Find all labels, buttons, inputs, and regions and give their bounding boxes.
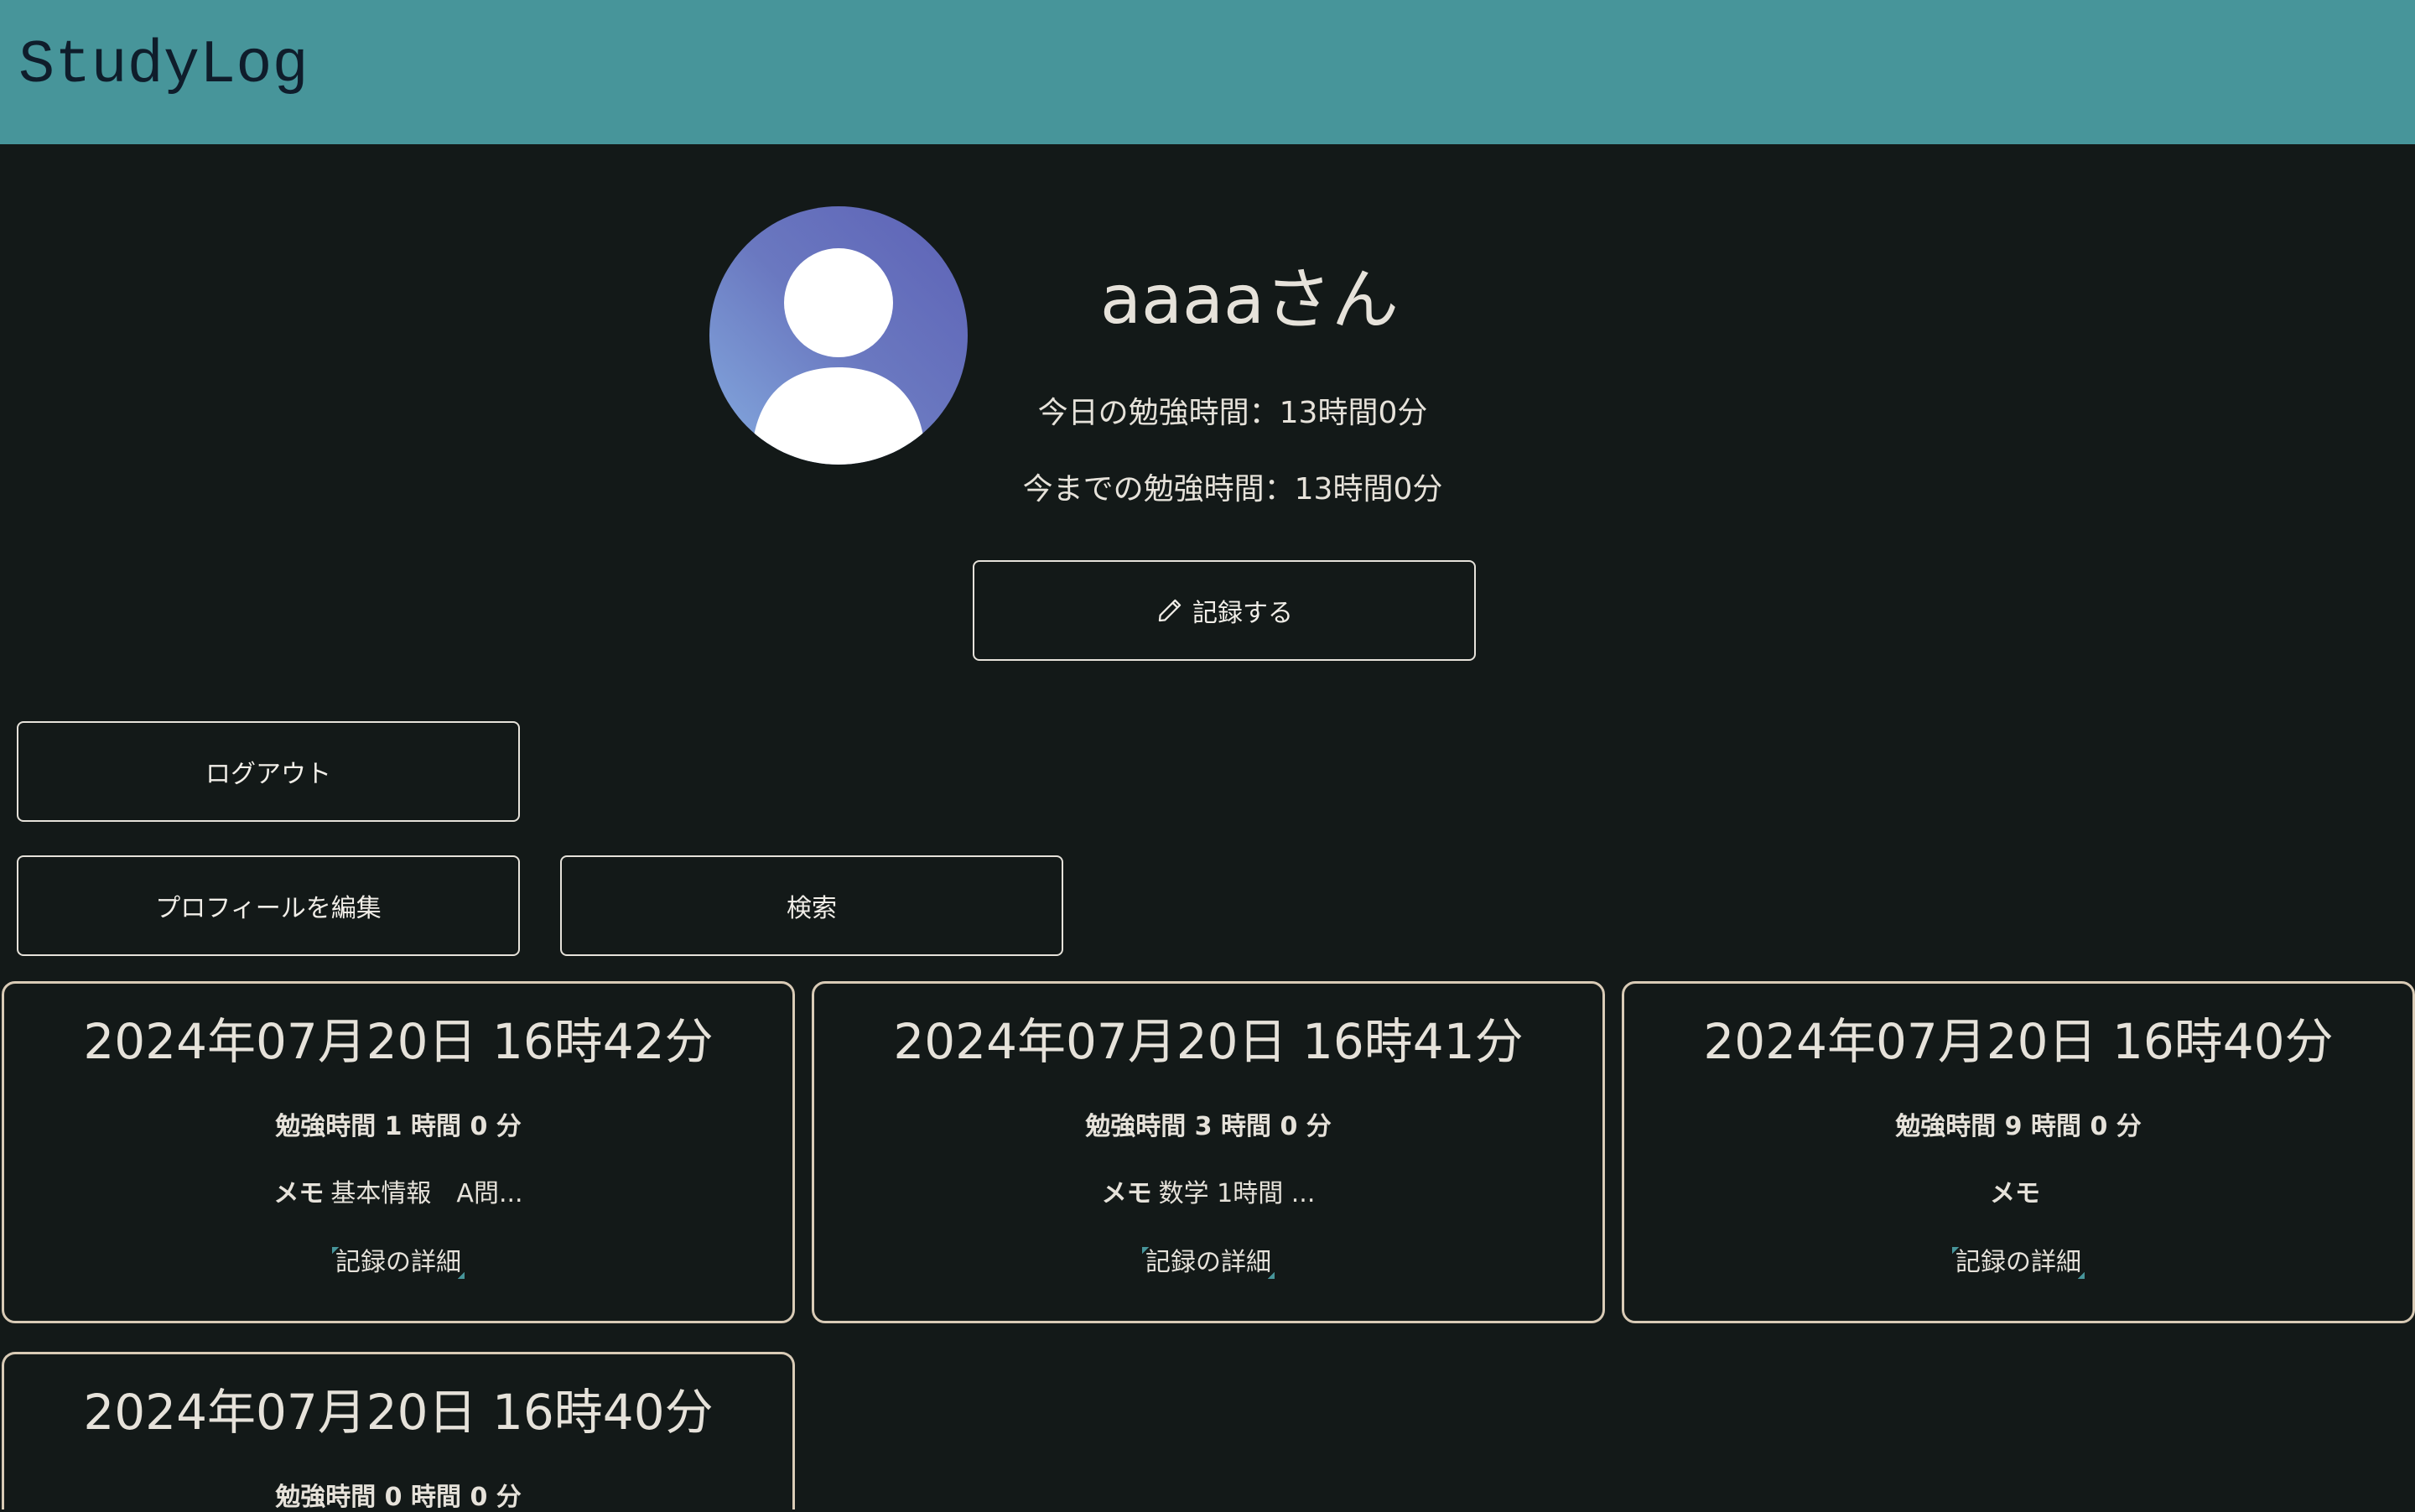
- record-button-label: 記録する: [1192, 600, 1293, 627]
- record-card: 2024年07月20日 16時40分 勉強時間 9 時間 0 分 メモ 記録の詳…: [1622, 981, 2415, 1323]
- record-study-time: 勉強時間 3 時間 0 分: [1085, 1112, 1332, 1141]
- record-card: 2024年07月20日 16時41分 勉強時間 3 時間 0 分 メモ 数学 1時…: [812, 981, 1605, 1323]
- record-memo: メモ 基本情報 A問...: [4, 1182, 792, 1207]
- record-card: 2024年07月20日 16時40分 勉強時間 0 時間 0 分: [2, 1352, 795, 1512]
- record-date: 2024年07月20日 16時40分: [1703, 1013, 2334, 1070]
- today-study-time: 今日の勉強時間：13時間0分: [1037, 396, 1428, 430]
- record-memo-label: メモ: [273, 1179, 325, 1208]
- record-memo-text: 数学 1時間 ...: [1158, 1179, 1316, 1208]
- record-detail-label[interactable]: 記録の詳細: [1142, 1247, 1275, 1279]
- record-memo: メモ: [1624, 1182, 2412, 1207]
- record-detail-link[interactable]: 記録の詳細: [4, 1247, 792, 1279]
- logout-button[interactable]: ログアウト: [17, 721, 520, 822]
- edit-profile-button[interactable]: プロフィールを編集: [17, 855, 520, 956]
- record-detail-label[interactable]: 記録の詳細: [332, 1247, 465, 1279]
- record-study-time: 勉強時間 9 時間 0 分: [1895, 1112, 2142, 1141]
- app-logo[interactable]: StudyLog: [18, 35, 309, 96]
- record-date: 2024年07月20日 16時42分: [83, 1013, 714, 1070]
- total-study-time: 今までの勉強時間：13時間0分: [1022, 472, 1443, 507]
- record-date: 2024年07月20日 16時41分: [893, 1013, 1524, 1070]
- record-detail-label[interactable]: 記録の詳細: [1952, 1247, 2085, 1279]
- record-memo-label: メモ: [1990, 1179, 2040, 1208]
- record-button[interactable]: 記録する: [973, 560, 1476, 661]
- pencil-icon: [1158, 599, 1182, 622]
- record-card: 2024年07月20日 16時42分 勉強時間 1 時間 0 分 メモ 基本情報 …: [2, 981, 795, 1323]
- record-study-time: 勉強時間 1 時間 0 分: [275, 1112, 522, 1141]
- record-study-time: 勉強時間 0 時間 0 分: [275, 1483, 522, 1512]
- record-detail-link[interactable]: 記録の詳細: [814, 1247, 1602, 1279]
- record-memo-label: メモ: [1101, 1179, 1152, 1208]
- app-header: StudyLog: [0, 0, 2415, 144]
- record-memo-text: 基本情報 A問...: [330, 1179, 523, 1208]
- record-detail-link[interactable]: 記録の詳細: [1624, 1247, 2412, 1279]
- profile-name: aaaaさん: [1099, 261, 1400, 339]
- record-date: 2024年07月20日 16時40分: [83, 1384, 714, 1441]
- record-memo: メモ 数学 1時間 ...: [814, 1182, 1602, 1207]
- search-button[interactable]: 検索: [560, 855, 1063, 956]
